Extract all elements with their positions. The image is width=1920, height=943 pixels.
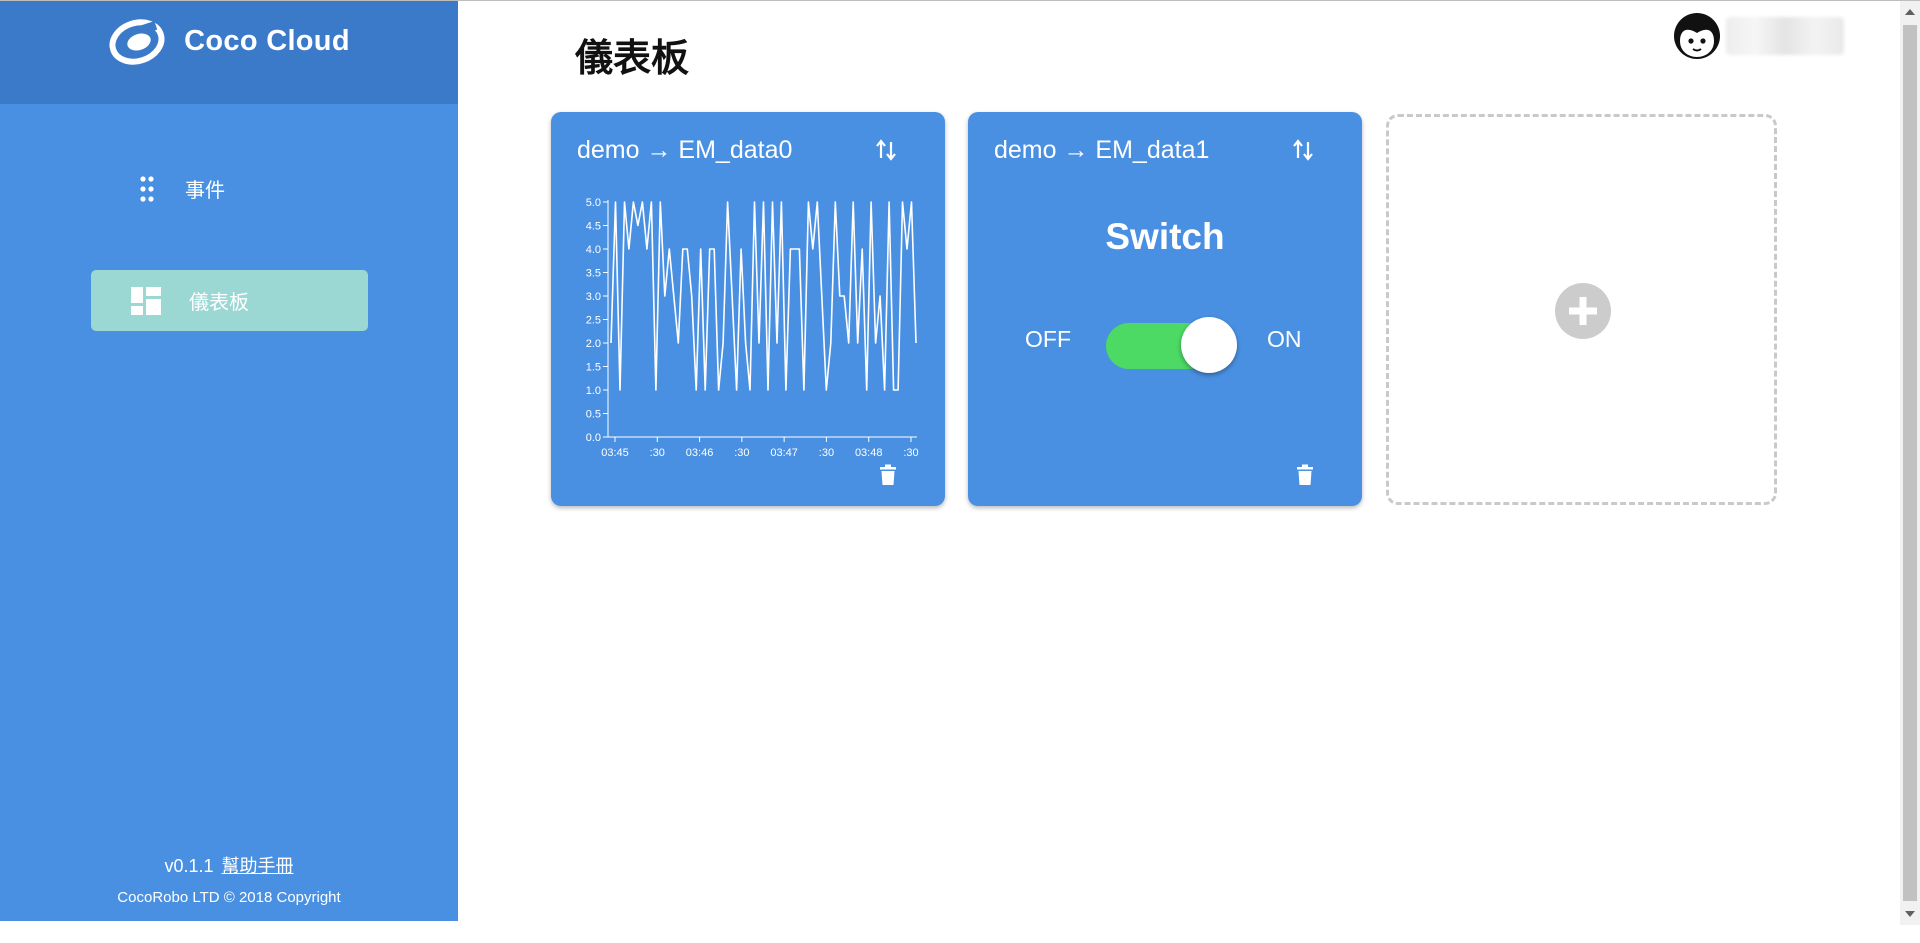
y-tick-label: 4.5 xyxy=(586,221,601,233)
coco-logo-icon xyxy=(109,18,165,65)
x-tick-label: 03:46 xyxy=(686,447,714,459)
y-tick-label: 2.5 xyxy=(586,315,601,327)
sidebar: Coco Cloud 事件 儀表板 v0.1.1 幫助手冊 CocoRobo L… xyxy=(0,1,458,921)
switch-heading: Switch xyxy=(1105,216,1225,257)
add-widget-button[interactable] xyxy=(1386,114,1777,505)
user-name-redacted xyxy=(1726,17,1844,55)
sidebar-item-events[interactable]: 事件 xyxy=(91,158,368,219)
x-tick-label: :30 xyxy=(734,447,749,459)
swap-vertical-icon[interactable] xyxy=(1292,138,1314,162)
chart-widget-card: demo → EM_data0 0.0 0.5 1.0 1.5 2.0 2.5 3.0 3.5… xyxy=(551,112,945,506)
plus-circle-icon xyxy=(1555,283,1611,339)
y-tick-label: 1.5 xyxy=(586,362,601,374)
y-tick-label: 1.0 xyxy=(586,385,601,397)
on-label: ON xyxy=(1267,326,1302,352)
trash-icon[interactable] xyxy=(879,464,897,486)
y-tick-label: 3.5 xyxy=(586,268,601,280)
off-label: OFF xyxy=(1025,326,1071,352)
x-tick-label: 03:47 xyxy=(770,447,798,459)
y-tick-label: 5.0 xyxy=(586,197,601,209)
toggle-knob xyxy=(1181,317,1237,373)
copyright-text: CocoRobo LTD © 2018 Copyright xyxy=(117,889,341,906)
avatar-face-icon[interactable] xyxy=(1672,11,1722,61)
sidebar-item-label: 儀表板 xyxy=(189,292,249,314)
toggle-switch[interactable] xyxy=(1106,317,1238,375)
x-tick-label: :30 xyxy=(650,447,665,459)
scroll-down-arrow-icon[interactable] xyxy=(1905,911,1915,917)
y-tick-label: 0.0 xyxy=(586,432,601,444)
x-tick-label: 03:48 xyxy=(855,447,883,459)
scroll-up-arrow-icon[interactable] xyxy=(1905,9,1915,15)
app-name: Coco Cloud xyxy=(184,25,350,57)
dots-grid-icon xyxy=(139,174,155,204)
switch-widget-card: demo → EM_data1 Switch OFF ON xyxy=(968,112,1362,506)
dashboard-icon xyxy=(131,286,161,316)
brand-bar[interactable]: Coco Cloud xyxy=(0,1,458,104)
user-menu[interactable] xyxy=(1672,11,1844,61)
widget-title: demo → EM_data1 xyxy=(994,136,1210,164)
x-tick-label: 03:45 xyxy=(601,447,629,459)
y-tick-label: 2.0 xyxy=(586,338,601,350)
version-row: v0.1.1 幫助手冊 xyxy=(0,852,458,878)
vertical-scrollbar[interactable] xyxy=(1900,1,1920,925)
x-tick-label: :30 xyxy=(819,447,834,459)
trash-icon[interactable] xyxy=(1296,464,1314,486)
y-tick-label: 0.5 xyxy=(586,409,601,421)
help-manual-link[interactable]: 幫助手冊 xyxy=(222,856,294,876)
sidebar-item-label: 事件 xyxy=(185,180,225,202)
y-tick-label: 4.0 xyxy=(586,244,601,256)
line-chart: 0.0 0.5 1.0 1.5 2.0 2.5 3.0 3.5 4.0 4.5 5.0 03:45 :3… xyxy=(586,197,919,459)
series-line xyxy=(610,201,917,391)
page-title: 儀表板 xyxy=(575,38,690,80)
x-tick-label: :30 xyxy=(903,447,918,459)
widget-title: demo → EM_data0 xyxy=(577,136,793,164)
swap-vertical-icon[interactable] xyxy=(875,138,897,162)
scroll-thumb[interactable] xyxy=(1903,25,1917,901)
version-text: v0.1.1 xyxy=(164,856,214,876)
app-page: Coco Cloud 事件 儀表板 v0.1.1 幫助手冊 CocoRobo L… xyxy=(0,0,1920,943)
y-tick-label: 3.0 xyxy=(586,291,601,303)
sidebar-item-dashboard[interactable]: 儀表板 xyxy=(91,270,368,331)
